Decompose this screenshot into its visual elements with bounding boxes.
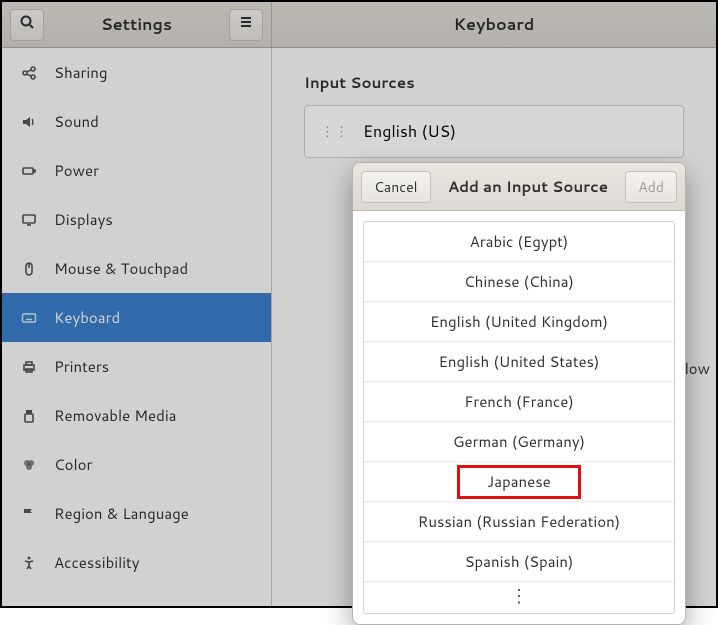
language-option-arabic[interactable]: Arabic (Egypt) <box>364 222 674 262</box>
language-option-english-us[interactable]: English (United States) <box>364 342 674 382</box>
language-option-japanese[interactable]: Japanese <box>364 462 674 502</box>
language-option-french[interactable]: French (France) <box>364 382 674 422</box>
add-input-source-dialog: Cancel Add an Input Source Add Arabic (E… <box>352 162 686 625</box>
language-option-spanish[interactable]: Spanish (Spain) <box>364 542 674 582</box>
add-button[interactable]: Add <box>625 171 677 203</box>
language-option-english-uk[interactable]: English (United Kingdom) <box>364 302 674 342</box>
language-list: Arabic (Egypt) Chinese (China) English (… <box>363 221 675 614</box>
language-option-german[interactable]: German (Germany) <box>364 422 674 462</box>
language-option-chinese[interactable]: Chinese (China) <box>364 262 674 302</box>
dialog-body: Arabic (Egypt) Chinese (China) English (… <box>353 211 685 624</box>
more-languages-button[interactable]: ⋮ <box>364 582 674 613</box>
dialog-title: Add an Input Source <box>448 176 608 197</box>
dialog-header: Cancel Add an Input Source Add <box>353 163 685 211</box>
language-option-russian[interactable]: Russian (Russian Federation) <box>364 502 674 542</box>
cancel-button[interactable]: Cancel <box>361 171 431 203</box>
